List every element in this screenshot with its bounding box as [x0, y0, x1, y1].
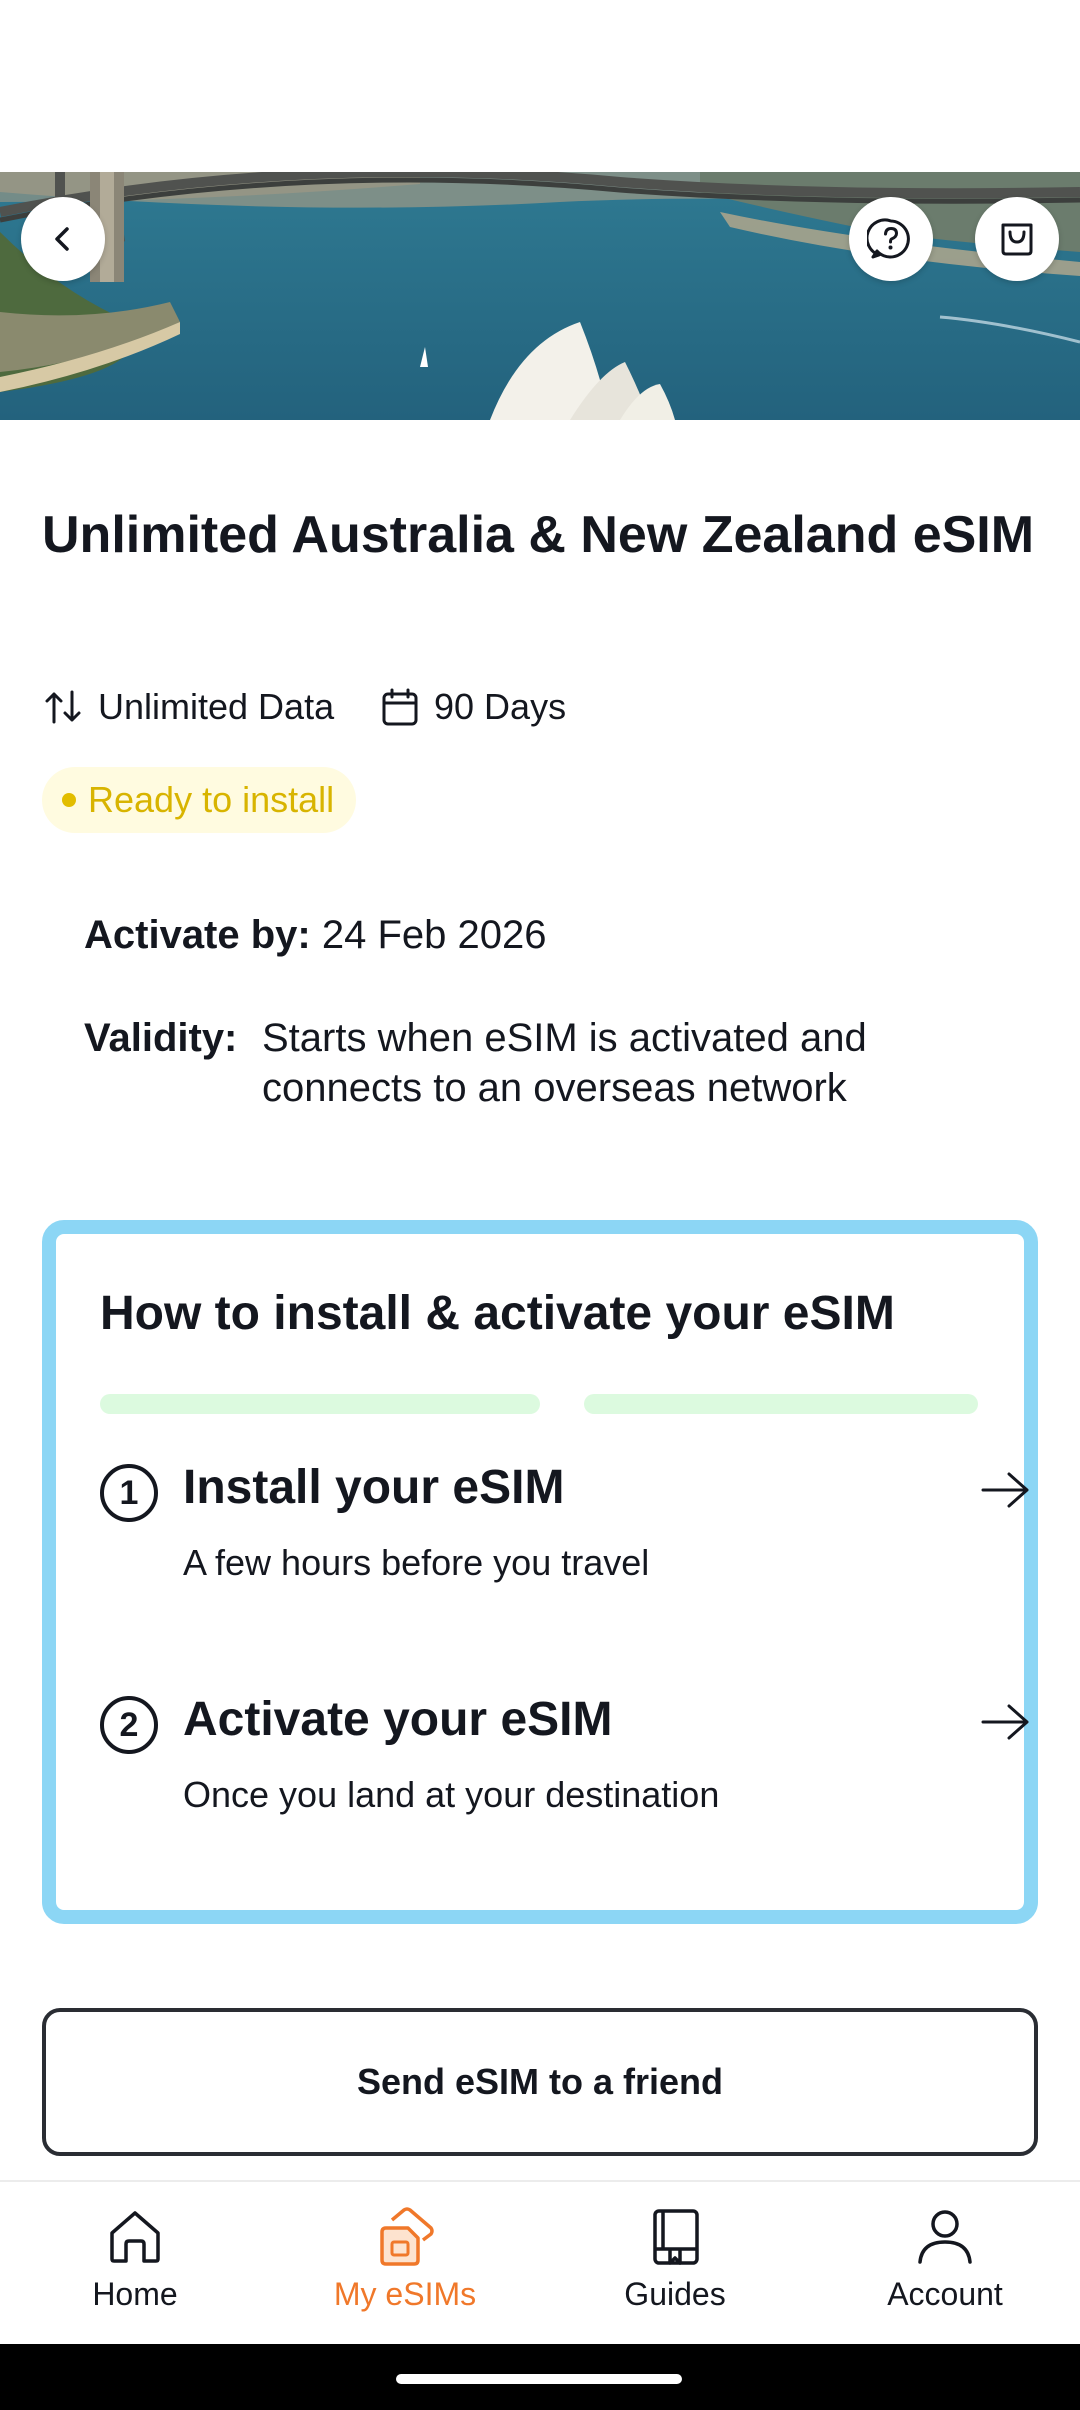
- nav-label: Home: [92, 2276, 178, 2312]
- calendar-icon: [382, 688, 418, 726]
- hero-image: [0, 172, 1080, 420]
- nav-label: Guides: [624, 2276, 726, 2312]
- system-gesture-bar: [0, 2344, 1080, 2410]
- progress-segment-install: [100, 1394, 540, 1414]
- data-allowance: Unlimited Data: [42, 683, 334, 731]
- install-guide-title: How to install & activate your eSIM: [100, 1287, 895, 1340]
- home-icon: [110, 2211, 160, 2263]
- status-bar: [0, 0, 1080, 172]
- back-button[interactable]: [21, 197, 105, 281]
- step-install[interactable]: 1 Install your eSIM A few hours before y…: [100, 1456, 1029, 1606]
- validity-row: Validity:: [84, 1013, 237, 1063]
- status-dot: [62, 793, 76, 807]
- page-title: Unlimited Australia & New Zealand eSIM: [42, 506, 1035, 564]
- step-title: Install your eSIM: [183, 1461, 565, 1514]
- validity-label: Validity:: [84, 1016, 238, 1060]
- nav-label: Account: [887, 2276, 1003, 2312]
- help-chat-icon: [867, 218, 910, 259]
- status-badge: Ready to install: [42, 767, 357, 833]
- cart-button[interactable]: [975, 197, 1059, 281]
- home-gesture-handle[interactable]: [396, 2374, 682, 2384]
- nav-item-account[interactable]: Account: [810, 2182, 1080, 2346]
- progress-segment-activate: [584, 1394, 978, 1414]
- nav-item-my-esims[interactable]: My eSIMs: [270, 2182, 540, 2346]
- activate-by-value: 24 Feb 2026: [321, 913, 547, 957]
- step-subtitle: Once you land at your destination: [183, 1774, 720, 1815]
- esim-icon: [380, 2207, 434, 2266]
- help-button[interactable]: [849, 197, 933, 281]
- data-transfer-icon: [45, 690, 81, 724]
- activate-by-row: Activate by: 24 Feb 2026: [84, 910, 547, 960]
- plan-duration-label: 90 Days: [434, 686, 567, 727]
- validity-value: Starts when eSIM is activated and connec…: [262, 1016, 867, 1110]
- step-title: Activate your eSIM: [183, 1693, 613, 1746]
- step-activate[interactable]: 2 Activate your eSIM Once you land at yo…: [100, 1688, 1029, 1838]
- book-icon: [653, 2209, 699, 2265]
- bottom-nav: Home My eSIMs Guides Account: [0, 2180, 1080, 2344]
- step-subtitle: A few hours before you travel: [183, 1542, 650, 1583]
- step-number-badge: 1: [100, 1464, 158, 1522]
- nav-label: My eSIMs: [333, 2276, 477, 2312]
- chevron-left-icon: [55, 227, 69, 251]
- person-icon: [918, 2210, 972, 2264]
- data-allowance-label: Unlimited Data: [98, 686, 335, 727]
- nav-item-guides[interactable]: Guides: [540, 2182, 810, 2346]
- install-guide-card: How to install & activate your eSIM 1 In…: [42, 1220, 1038, 1924]
- shopping-bag-icon: [1001, 223, 1033, 256]
- nav-item-home[interactable]: Home: [0, 2182, 270, 2346]
- status-badge-label: Ready to install: [88, 779, 335, 820]
- plan-duration: 90 Days: [380, 683, 566, 731]
- arrow-right-icon: [981, 1704, 1029, 1740]
- send-esim-button[interactable]: Send eSIM to a friend: [42, 2008, 1038, 2156]
- arrow-right-icon: [981, 1472, 1029, 1508]
- step-number-badge: 2: [100, 1696, 158, 1754]
- activate-by-label: Activate by:: [84, 913, 311, 957]
